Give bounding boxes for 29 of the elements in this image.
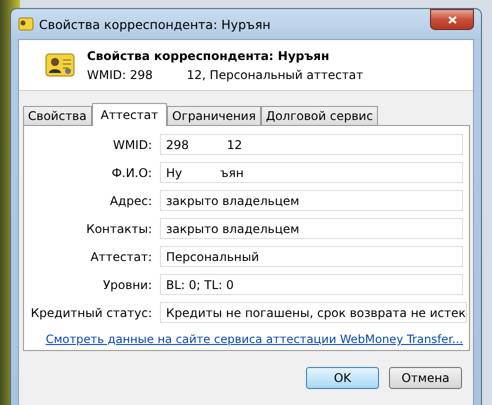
ok-button[interactable]: OK bbox=[306, 367, 379, 389]
input-field[interactable]: закрыто владельцем bbox=[160, 218, 463, 239]
tab[interactable]: Долговой сервис bbox=[260, 106, 378, 125]
input-field[interactable]: закрыто владельцем bbox=[160, 190, 463, 211]
id-card-icon bbox=[45, 53, 75, 77]
field-label: WMID: bbox=[112, 138, 152, 152]
header-subtitle: 12, Персональный аттестат bbox=[186, 68, 364, 82]
input-field[interactable]: Ну ъян bbox=[160, 162, 463, 183]
input-field[interactable]: BL: 0; TL: 0 bbox=[160, 274, 463, 295]
close-button[interactable] bbox=[430, 9, 474, 30]
input-field[interactable]: 298 12 bbox=[160, 134, 463, 155]
field-label: Ф.И.О: bbox=[110, 166, 152, 180]
field-label: Уровни: bbox=[102, 278, 152, 292]
window-title: Свойства корреспондента: Нуръян bbox=[39, 16, 272, 32]
input-field[interactable]: Кредиты не погашены, срок возврата не истек bbox=[160, 302, 467, 323]
field-label: Кредитный статус: bbox=[30, 306, 152, 320]
tab[interactable]: Ограничения bbox=[167, 106, 261, 125]
field-label: Аттестат: bbox=[89, 250, 152, 264]
attestation-link[interactable]: Смотреть данные на сайте сервиса аттестации WebMoney Transfer... bbox=[46, 332, 463, 346]
tab[interactable]: Свойства bbox=[23, 106, 92, 125]
tab[interactable]: Аттестат bbox=[92, 103, 168, 126]
field-label: Адрес: bbox=[108, 194, 152, 208]
close-icon bbox=[448, 16, 456, 24]
field-label: Контакты: bbox=[85, 222, 152, 236]
header-subtitle: WMID: 298 bbox=[87, 68, 153, 82]
id-card-icon bbox=[18, 17, 34, 31]
cancel-button[interactable]: Отмена bbox=[389, 367, 462, 389]
input-field[interactable]: Персональный bbox=[160, 246, 463, 267]
header-title: Свойства корреспондента: Нуръян bbox=[87, 48, 330, 62]
